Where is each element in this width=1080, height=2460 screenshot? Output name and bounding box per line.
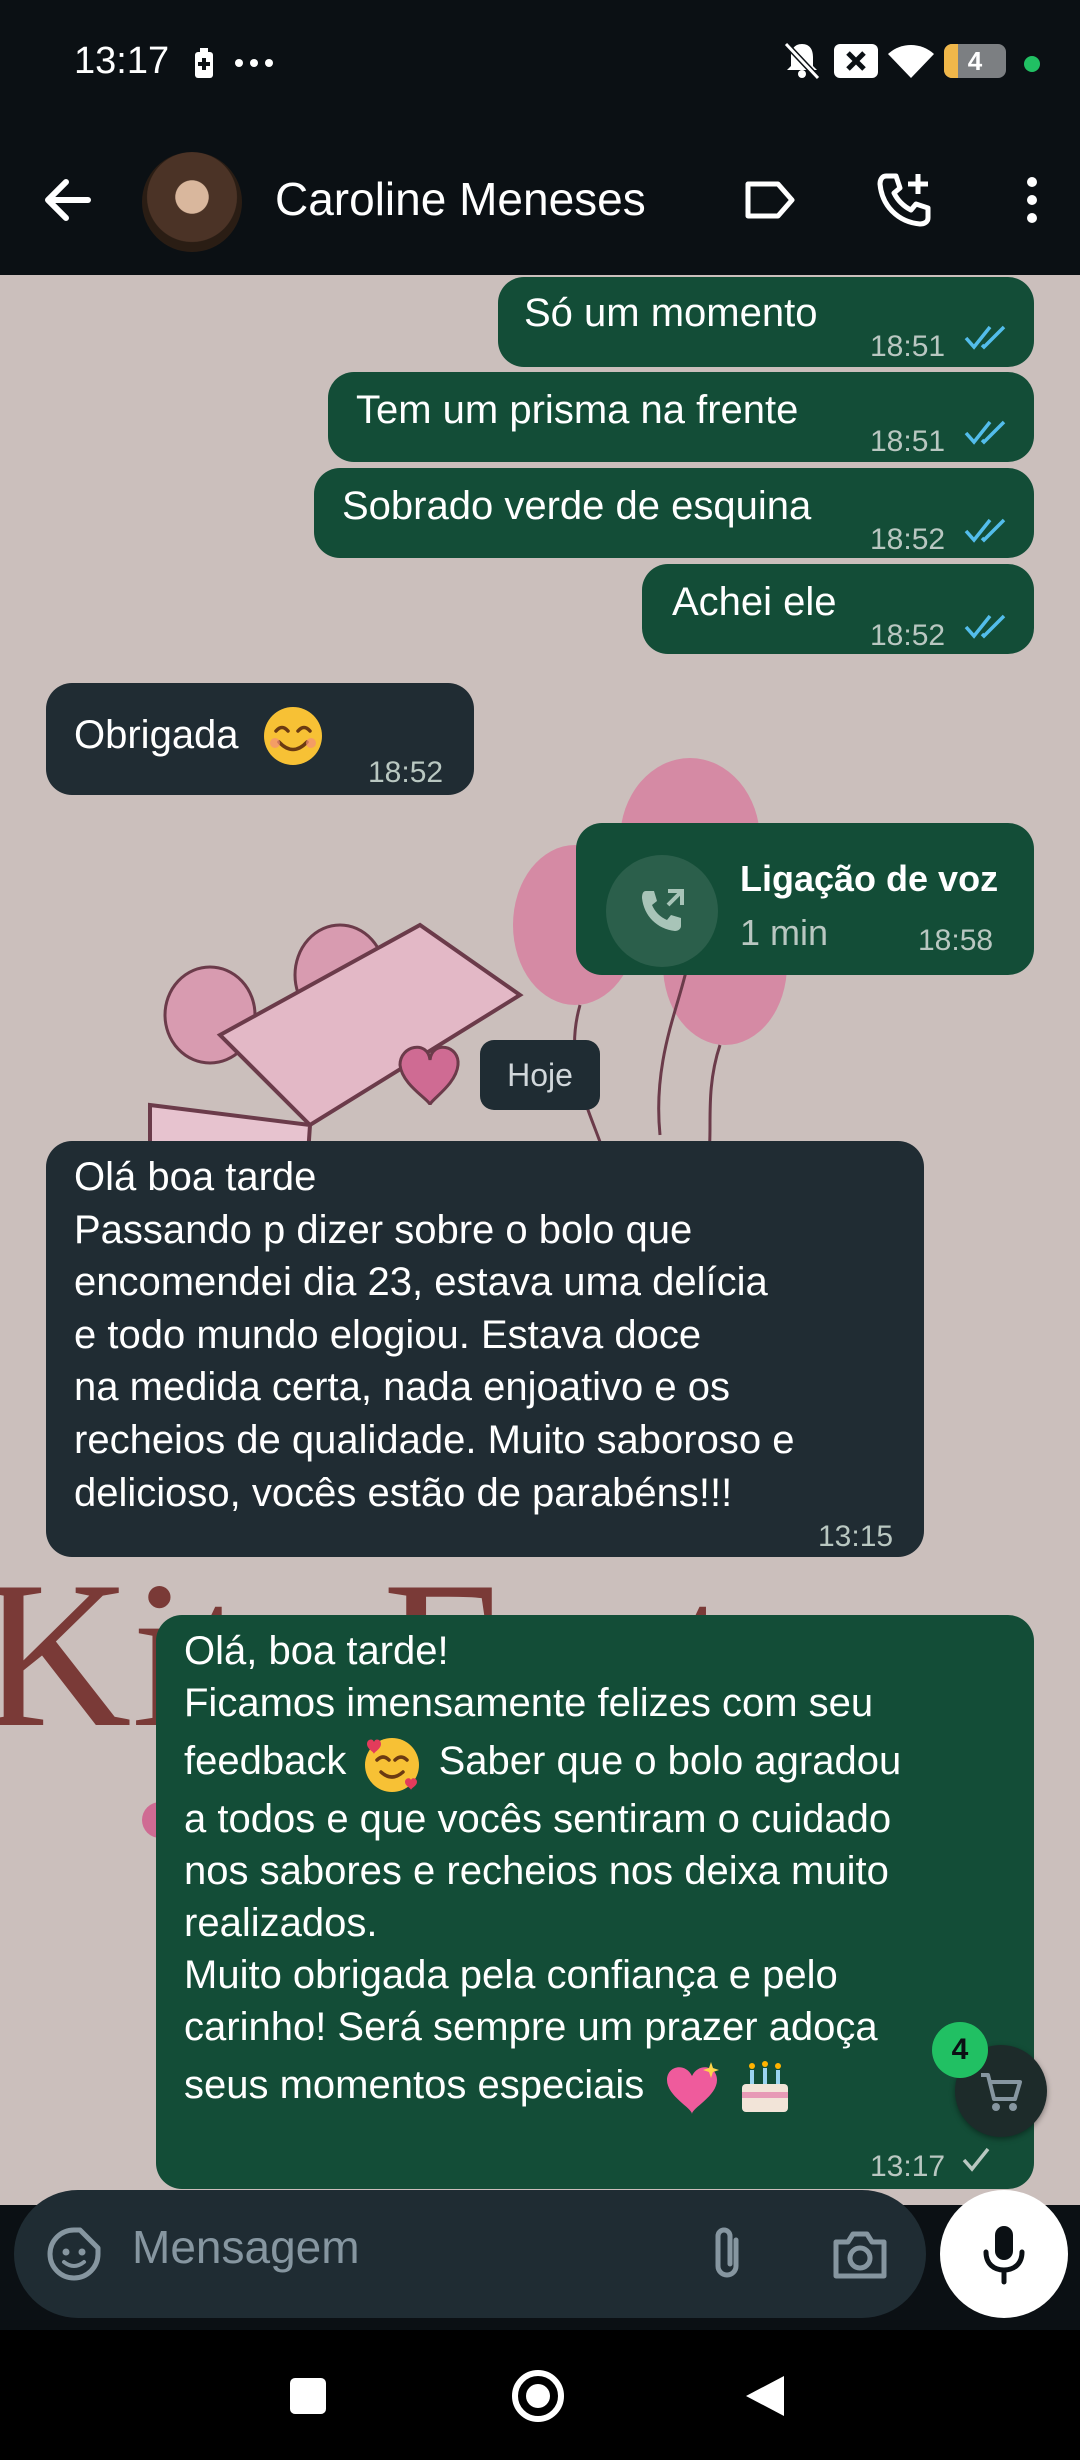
more-notifications-icon xyxy=(235,59,273,67)
add-call-icon[interactable] xyxy=(872,168,936,232)
message-line: Olá boa tarde xyxy=(74,1155,317,1199)
status-time: 13:17 xyxy=(74,40,170,82)
call-icon-circle xyxy=(606,855,718,967)
message-bubble-outgoing[interactable]: Achei ele 18:52 xyxy=(642,564,1034,654)
message-text: Obrigada xyxy=(74,713,239,757)
battery-level: 4 xyxy=(967,46,983,76)
message-line: seus momentos especiais xyxy=(184,2063,645,2107)
read-ticks-icon xyxy=(964,614,1006,639)
message-bubble-incoming[interactable]: Olá boa tarde Passando p dizer sobre o b… xyxy=(46,1141,924,1557)
call-duration: 1 min xyxy=(740,912,829,953)
message-bubble-outgoing[interactable]: Tem um prisma na frente 18:51 xyxy=(328,372,1034,462)
cart-count-badge: 4 xyxy=(932,2022,988,2078)
message-time: 18:58 xyxy=(918,924,994,957)
message-text: Achei ele xyxy=(672,580,837,624)
message-text: Só um momento xyxy=(524,291,818,335)
contact-avatar[interactable] xyxy=(142,152,242,252)
message-line: realizados. xyxy=(184,1901,378,1945)
day-divider: Hoje xyxy=(480,1040,600,1110)
message-line: na medida certa, nada enjoativo e os xyxy=(74,1365,730,1410)
battery-icon: 4 xyxy=(944,44,1006,78)
read-ticks-icon xyxy=(964,420,1006,445)
system-nav-bar xyxy=(0,2330,1080,2460)
back-arrow-icon[interactable] xyxy=(38,170,98,230)
contact-name[interactable]: Caroline Meneses xyxy=(275,172,646,226)
message-line: delicioso, vocês estão de parabéns!!! xyxy=(74,1470,733,1515)
message-line: Saber que o bolo agradou xyxy=(438,1739,902,1783)
message-line: Ficamos imensamente felizes com seu xyxy=(184,1681,874,1725)
outgoing-call-icon xyxy=(642,889,684,931)
message-time: 18:51 xyxy=(870,425,946,458)
attach-icon[interactable] xyxy=(702,2222,752,2286)
message-time: 18:52 xyxy=(870,523,946,556)
chat-area[interactable]: Kits Festa Só um momento 18:51 Tem um pr… xyxy=(0,275,1080,2205)
message-line: Muito obrigada pela confiança e pelo xyxy=(184,1953,838,1997)
label-icon[interactable] xyxy=(738,168,802,232)
message-line: a todos e que vocês sentiram o cuidado xyxy=(184,1797,892,1841)
active-dot xyxy=(1024,56,1040,72)
message-time: 13:15 xyxy=(818,1520,894,1553)
message-time: 18:52 xyxy=(368,756,444,789)
message-input-bar: Mensagem xyxy=(14,2190,926,2318)
message-bubble-outgoing[interactable]: Olá, boa tarde! Ficamos imensamente feli… xyxy=(156,1615,1034,2189)
message-time: 13:17 xyxy=(870,2150,946,2183)
message-input[interactable]: Mensagem xyxy=(132,2220,360,2274)
birthday-cake-emoji-icon xyxy=(742,2061,789,2113)
message-time: 18:51 xyxy=(870,330,946,363)
voice-record-button[interactable] xyxy=(940,2190,1068,2318)
message-bubble-incoming[interactable]: Obrigada 18:52 xyxy=(46,683,474,795)
message-line: Passando p dizer sobre o bolo que xyxy=(74,1207,693,1252)
read-ticks-icon xyxy=(964,325,1006,350)
chat-header: Caroline Meneses xyxy=(0,130,1080,275)
message-line: Olá, boa tarde! xyxy=(184,1629,449,1673)
status-bar: 13:17 4 xyxy=(0,0,1080,130)
message-bubble-outgoing[interactable]: Só um momento 18:51 xyxy=(498,277,1034,367)
smiling-face-with-hearts-emoji-icon xyxy=(365,1738,420,1793)
message-line: feedback xyxy=(184,1739,347,1783)
back-button[interactable] xyxy=(744,2374,786,2418)
message-text: Tem um prisma na frente xyxy=(356,388,799,432)
message-time: 18:52 xyxy=(870,619,946,652)
message-line: carinho! Será sempre um prazer adoça xyxy=(184,2005,878,2049)
camera-icon[interactable] xyxy=(830,2226,890,2282)
no-sim-icon xyxy=(834,44,878,78)
message-bubble-outgoing[interactable]: Sobrado verde de esquina 18:52 xyxy=(314,468,1034,558)
microphone-icon xyxy=(983,2226,1025,2285)
home-button[interactable] xyxy=(512,2370,564,2422)
message-text: Sobrado verde de esquina xyxy=(342,484,812,528)
message-line: encomendei dia 23, estava uma delícia xyxy=(74,1260,768,1305)
wifi-icon xyxy=(888,45,934,78)
battery-saver-icon xyxy=(195,48,213,78)
sticker-icon[interactable] xyxy=(44,2224,104,2284)
message-line: nos sabores e recheios nos deixa muito xyxy=(184,1849,889,1893)
voice-call-bubble[interactable]: Ligação de voz 1 min 18:58 xyxy=(576,823,1034,975)
message-line: e todo mundo elogiou. Estava doce xyxy=(74,1312,702,1357)
read-ticks-icon xyxy=(964,518,1006,543)
more-options-icon[interactable] xyxy=(1000,168,1064,232)
notifications-off-icon xyxy=(783,41,821,80)
message-line: recheios de qualidade. Muito saboroso e xyxy=(74,1417,795,1462)
call-title: Ligação de voz xyxy=(740,858,999,899)
smiling-face-emoji-icon xyxy=(264,707,322,765)
sent-tick-icon xyxy=(962,2147,990,2172)
recents-button[interactable] xyxy=(290,2378,326,2414)
sparkling-heart-emoji-icon xyxy=(667,2062,720,2115)
shopping-cart-icon xyxy=(981,2073,1022,2111)
